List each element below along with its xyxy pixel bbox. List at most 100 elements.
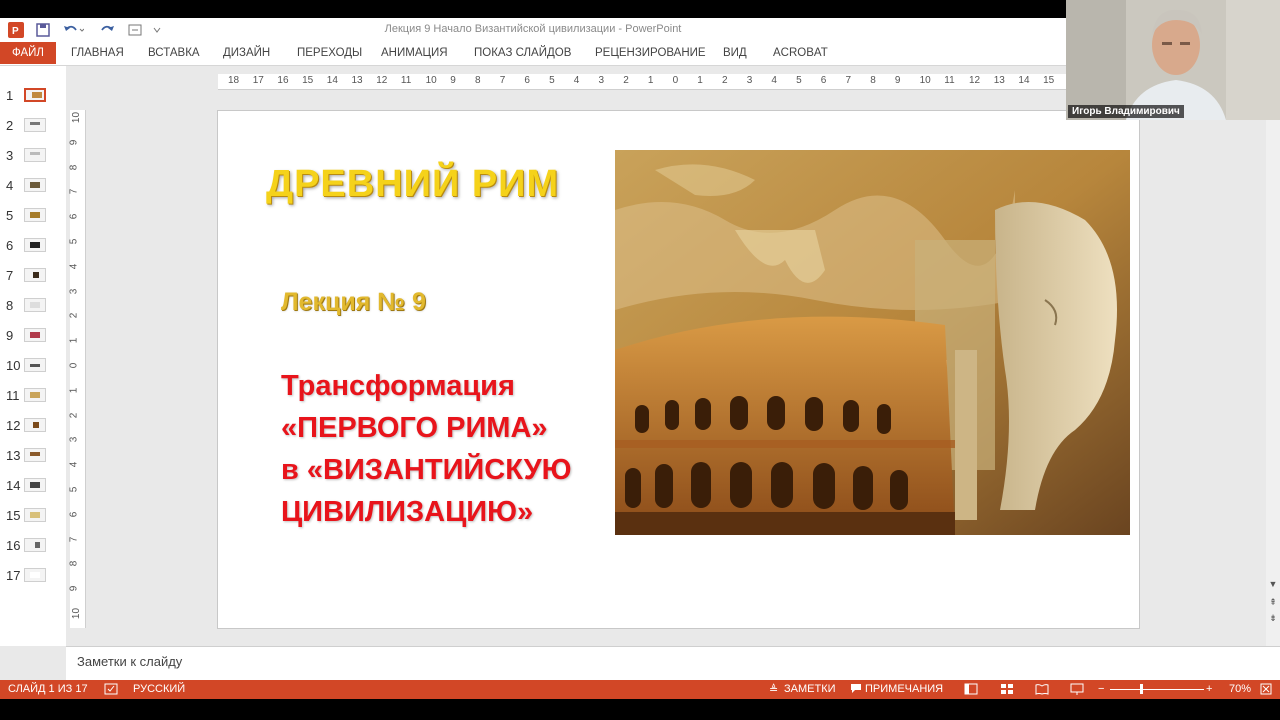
ruler-tick: 9 [68, 139, 80, 146]
ruler-tick: 2 [722, 75, 728, 86]
zoom-out-icon[interactable]: − [1098, 683, 1104, 695]
thumbnail-preview [24, 418, 46, 432]
screen-bottom-edge [0, 699, 1280, 720]
thumbnail-number: 11 [6, 388, 20, 403]
slide-thumbnail-4[interactable]: 4 [0, 176, 66, 196]
notes-icon[interactable]: ≜ [769, 683, 778, 696]
scroll-down-icon[interactable]: ▼ [1267, 578, 1279, 590]
ruler-tick: 3 [68, 437, 80, 443]
next-slide-icon[interactable]: ⇟ [1267, 612, 1279, 624]
slide-thumbnail-7[interactable]: 7 [0, 266, 66, 286]
ruler-tick: 0 [672, 75, 679, 86]
tab-view[interactable]: ВИД [713, 42, 757, 64]
slide-thumbnail-10[interactable]: 10 [0, 356, 66, 376]
thumbnail-number: 13 [6, 448, 21, 463]
ruler-tick: 7 [845, 75, 852, 86]
slide-lecture-number[interactable]: Лекция № 9 [281, 288, 426, 317]
slide-thumbnail-16[interactable]: 16 [0, 536, 66, 556]
zoom-slider-thumb[interactable] [1139, 684, 1143, 694]
ruler-tick: 2 [68, 412, 80, 418]
ruler-tick: 8 [475, 75, 481, 86]
tab-file[interactable]: ФАЙЛ [0, 42, 56, 64]
tab-insert[interactable]: ВСТАВКА [138, 42, 210, 64]
ruler-tick: 13 [993, 75, 1005, 86]
thumbnail-number: 17 [6, 568, 21, 583]
thumbnail-preview [24, 508, 46, 522]
vertical-scrollbar[interactable]: ▼ ⇞ ⇟ [1266, 66, 1280, 646]
ruler-tick: 7 [499, 75, 506, 86]
slide-heading[interactable]: ДРЕВНИЙ РИМ [266, 163, 559, 206]
slide-thumbnail-5[interactable]: 5 [0, 206, 66, 226]
ruler-tick: 10 [71, 607, 83, 620]
ruler-tick: 10 [71, 111, 83, 124]
slide-thumbnail-3[interactable]: 3 [0, 146, 66, 166]
horizontal-ruler[interactable]: 18 17 16 15 14 13 12 11 10 9 8 7 6 5 4 3 2 1 0 1 2 3 4 5 6 7 8 9 10 1… [218, 74, 1068, 90]
slide-thumbnail-14[interactable]: 14 [0, 476, 66, 496]
slide-thumbnail-17[interactable]: 17 [0, 566, 66, 586]
slide-counter: СЛАЙД 1 ИЗ 17 [8, 683, 88, 695]
ruler-tick: 2 [623, 75, 629, 86]
thumbnail-preview [24, 118, 46, 132]
window-title: Лекция 9 Начало Византийской цивилизации… [384, 23, 682, 35]
vertical-ruler[interactable]: 10 9 8 7 6 5 4 3 2 1 0 1 2 3 4 5 6 7 8 9 10 [68, 110, 86, 628]
comments-icon[interactable] [850, 683, 862, 697]
status-bar: СЛАЙД 1 ИЗ 17 РУССКИЙ ≜ ЗАМЕТКИ ПРИМЕЧАН… [0, 680, 1280, 699]
tab-design[interactable]: ДИЗАЙН [213, 42, 280, 64]
slide-thumbnail-8[interactable]: 8 [0, 296, 66, 316]
slide-sorter-icon[interactable] [1000, 683, 1014, 698]
normal-view-icon[interactable] [964, 683, 978, 698]
thumbnail-number: 6 [6, 238, 14, 253]
ruler-tick: 1 [68, 387, 80, 394]
tab-acrobat[interactable]: ACROBAT [763, 42, 838, 64]
ruler-tick: 6 [820, 75, 827, 86]
slide-thumbnail-12[interactable]: 12 [0, 416, 66, 436]
tab-transitions[interactable]: ПЕРЕХОДЫ [287, 42, 372, 64]
ruler-tick: 9 [68, 585, 80, 592]
ruler-tick: 10 [425, 75, 437, 86]
slide-thumbnail-6[interactable]: 6 [0, 236, 66, 256]
notes-button[interactable]: ЗАМЕТКИ [784, 683, 836, 695]
slide-thumbnail-13[interactable]: 13 [0, 446, 66, 466]
comments-button[interactable]: ПРИМЕЧАНИЯ [865, 683, 943, 695]
tab-slideshow[interactable]: ПОКАЗ СЛАЙДОВ [464, 42, 581, 64]
previous-slide-icon[interactable]: ⇞ [1267, 596, 1279, 608]
participant-video[interactable]: Игорь Владимирович [1066, 0, 1280, 120]
thumbnail-number: 1 [6, 88, 14, 103]
thumbnail-number: 9 [6, 328, 14, 343]
thumbnail-preview [24, 148, 46, 162]
fit-to-window-icon[interactable] [1260, 683, 1272, 698]
slideshow-icon[interactable] [1070, 683, 1084, 698]
colosseum-collage-image[interactable] [615, 150, 1130, 535]
thumbnail-number: 5 [6, 208, 14, 223]
slide-thumbnail-1[interactable]: 1 [0, 86, 66, 106]
language-indicator[interactable]: РУССКИЙ [133, 683, 185, 695]
slide-thumbnail-9[interactable]: 9 [0, 326, 66, 346]
tab-review[interactable]: РЕЦЕНЗИРОВАНИЕ [585, 42, 716, 64]
ruler-tick: 7 [68, 536, 80, 542]
tab-home[interactable]: ГЛАВНАЯ [61, 42, 134, 64]
slide-thumbnails-pane: 1 2 3 4 5 6 7 8 9 10 11 12 13 14 15 16 1… [0, 66, 66, 646]
ruler-tick: 6 [68, 511, 80, 518]
body-line: Трансформация [281, 370, 515, 402]
ruler-tick: 9 [450, 75, 456, 86]
ruler-tick: 14 [1018, 75, 1030, 86]
zoom-level[interactable]: 70% [1229, 683, 1251, 695]
slide-canvas[interactable]: ДРЕВНИЙ РИМ Лекция № 9 Трансформация «ПЕ… [217, 110, 1140, 629]
tab-animation[interactable]: АНИМАЦИЯ [371, 42, 458, 64]
spellcheck-icon[interactable] [104, 683, 118, 698]
reading-view-icon[interactable] [1035, 683, 1049, 698]
ruler-tick: 11 [400, 75, 412, 86]
ruler-tick: 10 [919, 75, 931, 86]
slide-thumbnail-11[interactable]: 11 [0, 386, 66, 406]
zoom-in-icon[interactable]: + [1206, 683, 1212, 695]
body-line: в «ВИЗАНТИЙСКУЮ [281, 454, 572, 486]
ruler-tick: 1 [68, 337, 80, 344]
notes-placeholder[interactable]: Заметки к слайду [77, 654, 182, 669]
title-bar: P Лекция 9 Начало Византийской цивилизац… [0, 18, 1066, 42]
thumbnail-number: 10 [6, 358, 21, 373]
slide-thumbnail-15[interactable]: 15 [0, 506, 66, 526]
ruler-tick: 4 [68, 263, 80, 270]
slide-thumbnail-2[interactable]: 2 [0, 116, 66, 136]
zoom-slider[interactable] [1110, 689, 1204, 690]
slide-body-text[interactable]: Трансформация «ПЕРВОГО РИМА» в «ВИЗАНТИЙ… [281, 365, 611, 533]
